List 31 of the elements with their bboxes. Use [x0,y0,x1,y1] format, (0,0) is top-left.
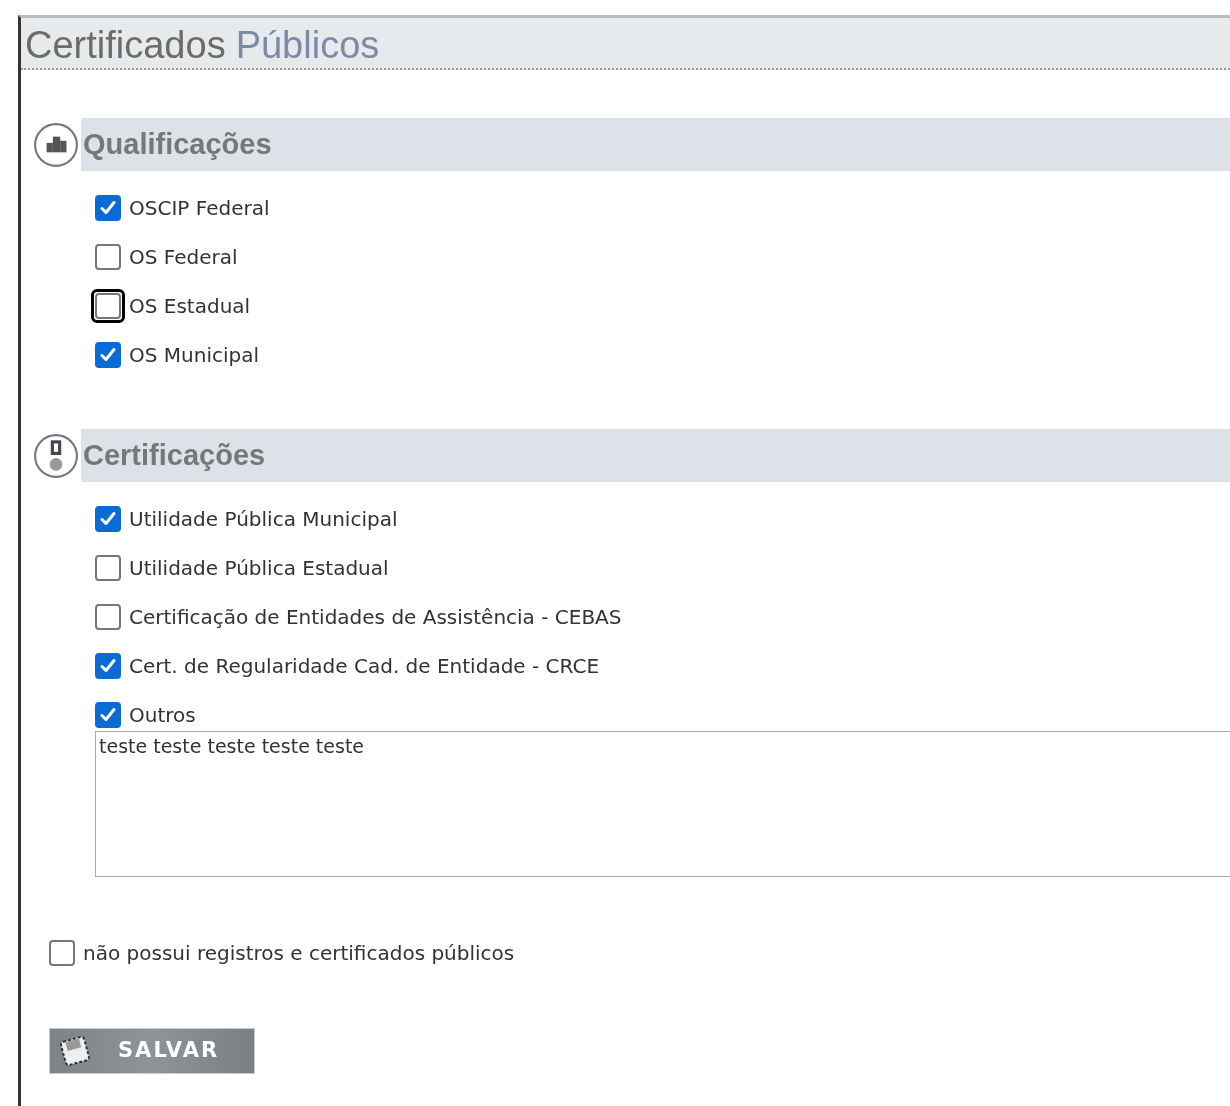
page-title: Públicos [235,26,380,64]
checkbox[interactable] [95,506,121,532]
option-label: OS Estadual [129,293,251,320]
check-icon [99,657,117,675]
check-icon [99,706,117,724]
check-icon [99,199,117,217]
option-label: OS Municipal [129,342,260,369]
medal-icon [33,432,79,479]
checkbox[interactable] [95,342,121,368]
checkbox[interactable] [95,195,121,221]
checkbox[interactable] [95,604,121,630]
section-title: Certificações [83,437,266,473]
checkbox[interactable] [95,244,121,270]
checkbox[interactable] [49,940,75,966]
option-label: Cert. de Regularidade Cad. de Entidade - CRCE [129,653,600,680]
checkbox[interactable] [95,702,121,728]
option-label: Utilidade Pública Estadual [129,555,389,582]
option-label: Outros [129,702,196,729]
podium-icon [33,121,79,168]
checkbox[interactable] [95,653,121,679]
checkbox[interactable] [95,555,121,581]
other-text-field[interactable]: teste teste teste teste teste [95,731,1230,877]
option-label: Certificação de Entidades de Assistência - CEBAS [129,604,622,631]
check-icon [99,510,117,528]
section-title: Qualificações [83,126,272,162]
check-icon [99,346,117,364]
page-title: Certificados [25,26,226,64]
option-label: não possui registros e certificados públicos [83,940,515,967]
option-label: OS Federal [129,244,238,271]
option-label: OSCIP Federal [129,195,270,222]
option-label: Utilidade Pública Municipal [129,506,398,533]
